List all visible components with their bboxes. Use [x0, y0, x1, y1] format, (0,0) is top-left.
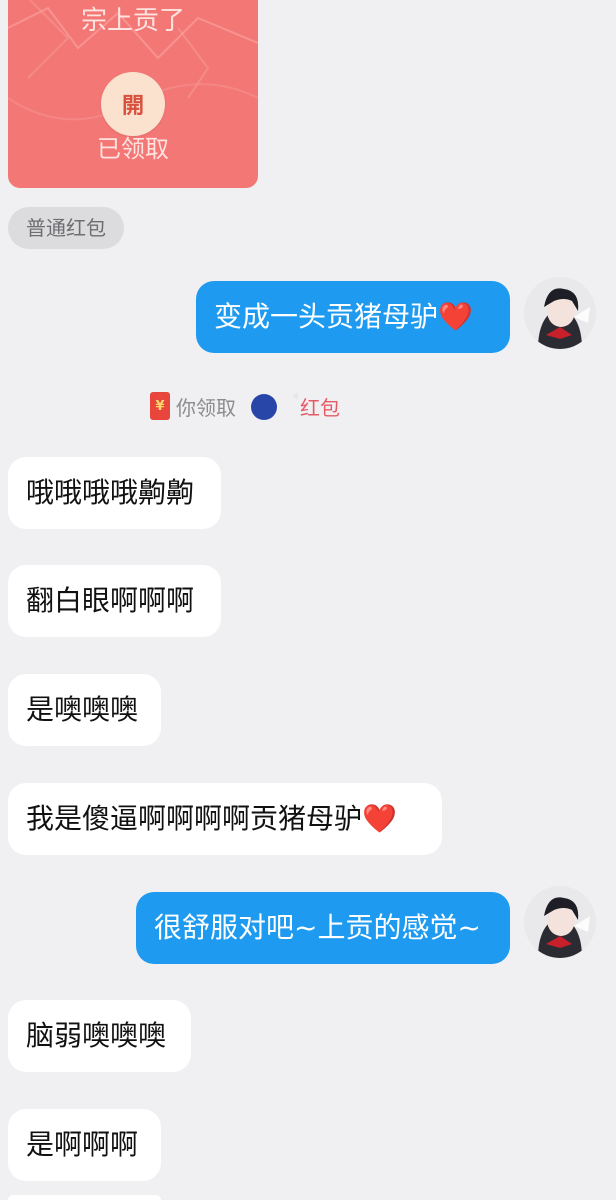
red-packet-subtitle: 宗上贡了 — [80, 6, 185, 36]
message-bubble-outgoing[interactable]: 变成一头贡猪母驴❤️ — [196, 281, 510, 353]
red-packet-icon: ¥ — [150, 392, 170, 420]
red-packet-claim-notice: ¥ 你领取 红包 — [150, 390, 340, 422]
message-bubble-outgoing[interactable]: 很舒服对吧~上贡的感觉~ — [136, 892, 510, 964]
message-bubble-incoming[interactable]: 哦哦哦哦齁齁 — [8, 457, 221, 529]
red-packet-card[interactable]: 宗上贡了 開 已领取 — [8, 0, 258, 188]
avatar-image — [524, 277, 596, 349]
redacted-mark — [242, 390, 300, 422]
red-packet-type-badge: 普通红包 — [8, 207, 124, 249]
message-bubble-incoming[interactable]: 翻白眼啊啊啊 — [8, 565, 221, 637]
avatar[interactable] — [524, 277, 596, 349]
message-bubble-incoming[interactable]: 脑弱噢噢噢 — [8, 1000, 191, 1072]
red-packet-status: 已领取 — [97, 135, 169, 163]
message-bubble-incoming[interactable]: 是啊啊啊 — [8, 1109, 161, 1181]
message-bubble-incoming[interactable]: 我是傻逼啊啊啊啊贡猪母驴❤️ — [8, 783, 442, 855]
avatar[interactable] — [524, 886, 596, 958]
message-bubble-incoming[interactable]: 是噢噢噢 — [8, 674, 161, 746]
open-button[interactable]: 開 — [101, 72, 165, 136]
notice-text: 你领取 — [176, 395, 236, 420]
avatar-image — [524, 886, 596, 958]
red-packet-link[interactable]: 红包 — [300, 392, 340, 421]
message-bubble-incoming-partial — [8, 1195, 161, 1200]
